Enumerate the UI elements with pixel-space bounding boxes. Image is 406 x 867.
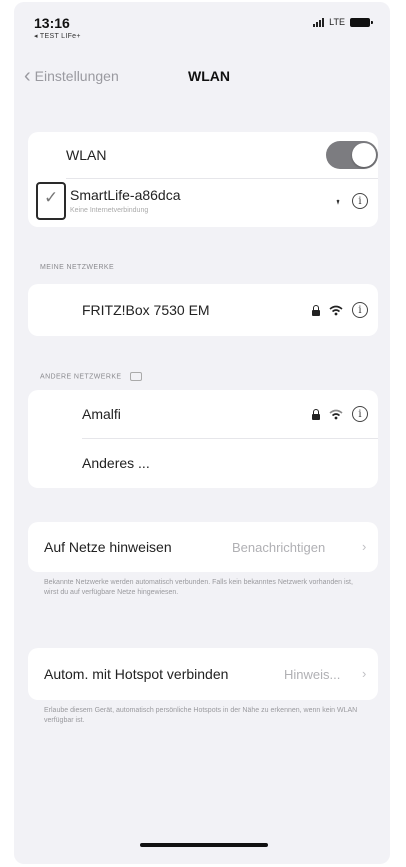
back-to-app-link[interactable]: ◂ TEST LIFe+	[34, 32, 81, 40]
network-name: Amalfi	[82, 406, 121, 422]
connected-network-name: SmartLife-a86dca	[70, 187, 181, 203]
other-network-label: Anderes ...	[82, 455, 150, 471]
wifi-icon	[336, 199, 340, 205]
network-icons: i	[312, 302, 368, 318]
status-time: 13:16	[34, 15, 70, 31]
status-indicators: LTE	[313, 17, 373, 27]
ask-to-join-value: Benachrichtigen	[232, 540, 326, 555]
wifi-icon	[329, 409, 343, 419]
other-networks-card: Amalfi i Anderes ...	[28, 390, 378, 488]
status-bar: 13:16 ◂ TEST LIFe+ LTE	[14, 2, 390, 46]
connected-network-icons: i	[333, 193, 368, 209]
other-networks-header: ANDERE NETZWERKE	[40, 372, 142, 381]
ask-to-join-card: Auf Netze hinweisen Benachrichtigen ›	[28, 522, 378, 572]
network-name: FRITZ!Box 7530 EM	[82, 302, 210, 318]
chevron-right-icon: ›	[362, 539, 367, 554]
info-icon[interactable]: i	[352, 193, 368, 209]
auto-hotspot-label: Autom. mit Hotspot verbinden	[44, 666, 229, 682]
chevron-left-icon: ‹	[24, 65, 31, 87]
my-networks-card: FRITZ!Box 7530 EM i	[28, 284, 378, 336]
loading-spinner-icon	[129, 372, 142, 381]
back-button[interactable]: ‹ Einstellungen	[24, 66, 119, 86]
wifi-icon	[329, 305, 343, 315]
lock-icon	[312, 304, 320, 316]
other-networks-header-label: ANDERE NETZWERKE	[40, 373, 122, 381]
battery-icon	[350, 17, 373, 27]
ask-to-join-footnote: Bekannte Netzwerke werden automatisch ve…	[44, 579, 353, 596]
my-networks-header: MEINE NETZWERKE	[40, 264, 115, 271]
network-icons: i	[312, 406, 368, 422]
network-type-label: LTE	[329, 17, 345, 27]
wlan-card: WLAN ✓ SmartLife-a86dca Keine Internetve…	[28, 132, 378, 227]
wlan-toggle-row: WLAN	[28, 132, 378, 178]
network-row-fritzbox[interactable]: FRITZ!Box 7530 EM i	[28, 284, 378, 336]
back-button-label: Einstellungen	[34, 68, 119, 84]
toggle-knob	[352, 143, 376, 167]
other-network-row[interactable]: Anderes ...	[28, 439, 378, 488]
connected-network-subtitle: Keine Internetverbindung	[70, 207, 149, 214]
auto-hotspot-footnote: Erlaube diesem Gerät, automatisch persön…	[44, 707, 358, 724]
phone-screen: 13:16 ◂ TEST LIFe+ LTE ‹ Einstellungen W…	[14, 2, 390, 864]
network-row-amalfi[interactable]: Amalfi i	[28, 390, 378, 438]
auto-hotspot-card: Autom. mit Hotspot verbinden Hinweis... …	[28, 648, 378, 700]
chevron-right-icon: ›	[362, 666, 367, 681]
connected-network-row[interactable]: ✓ SmartLife-a86dca Keine Internetverbind…	[28, 179, 378, 227]
home-indicator[interactable]	[140, 843, 268, 847]
auto-hotspot-row[interactable]: Autom. mit Hotspot verbinden Hinweis... …	[28, 648, 378, 700]
signal-icon	[313, 17, 325, 27]
wlan-label: WLAN	[66, 147, 107, 163]
info-icon[interactable]: i	[352, 406, 368, 422]
checkmark-icon: ✓	[36, 182, 66, 220]
navigation-bar: ‹ Einstellungen WLAN	[14, 58, 390, 94]
info-icon[interactable]: i	[352, 302, 368, 318]
page-title: WLAN	[188, 68, 230, 84]
wlan-toggle[interactable]	[326, 141, 378, 169]
lock-icon	[312, 408, 320, 420]
auto-hotspot-value: Hinweis...	[284, 667, 341, 682]
ask-to-join-row[interactable]: Auf Netze hinweisen Benachrichtigen ›	[28, 522, 378, 572]
ask-to-join-label: Auf Netze hinweisen	[44, 539, 172, 555]
